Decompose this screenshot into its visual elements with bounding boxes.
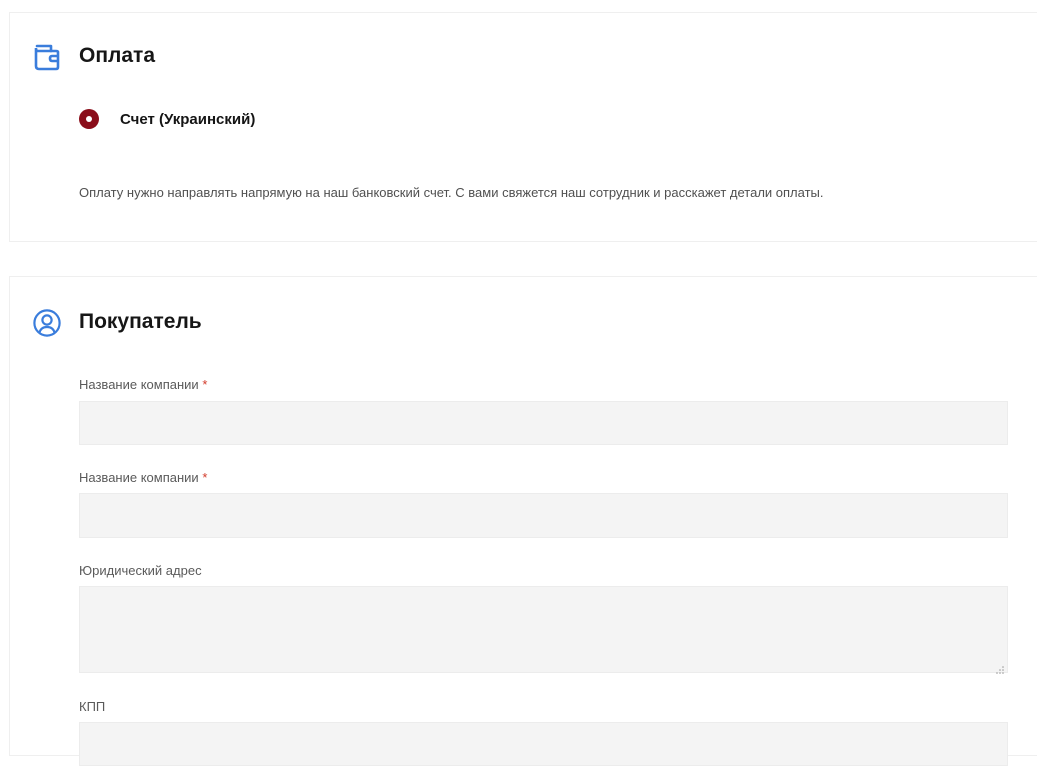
legal-address-textarea[interactable] [79, 586, 1008, 673]
field-label-text: Название компании [79, 377, 199, 392]
resize-handle-icon[interactable] [996, 661, 1004, 674]
field-label-text: Название компании [79, 470, 199, 485]
kpp-input[interactable] [79, 722, 1008, 766]
buyer-section: Покупатель Название компании * Название … [9, 276, 1037, 766]
payment-option-label: Счет (Украинский) [120, 110, 256, 128]
company-name-input-2[interactable] [79, 493, 1008, 538]
company-name-label: Название компании * [79, 377, 207, 392]
company-name-label-2: Название компании * [79, 470, 207, 485]
company-name-input[interactable] [79, 401, 1008, 445]
required-mark: * [202, 470, 208, 485]
required-mark: * [202, 377, 208, 392]
payment-option-invoice[interactable]: Счет (Украинский) [79, 109, 255, 129]
user-circle-icon [32, 308, 62, 343]
payment-title: Оплата [79, 44, 156, 67]
wallet-icon [32, 42, 62, 77]
buyer-title: Покупатель [79, 310, 202, 333]
payment-description: Оплату нужно направлять напрямую на наш … [79, 185, 824, 200]
radio-selected[interactable] [79, 109, 99, 129]
legal-address-label: Юридический адрес [79, 563, 202, 578]
radio-dot [86, 116, 92, 122]
payment-section: Оплата Счет (Украинский) Оплату нужно на… [9, 12, 1037, 242]
kpp-label: КПП [79, 699, 106, 714]
